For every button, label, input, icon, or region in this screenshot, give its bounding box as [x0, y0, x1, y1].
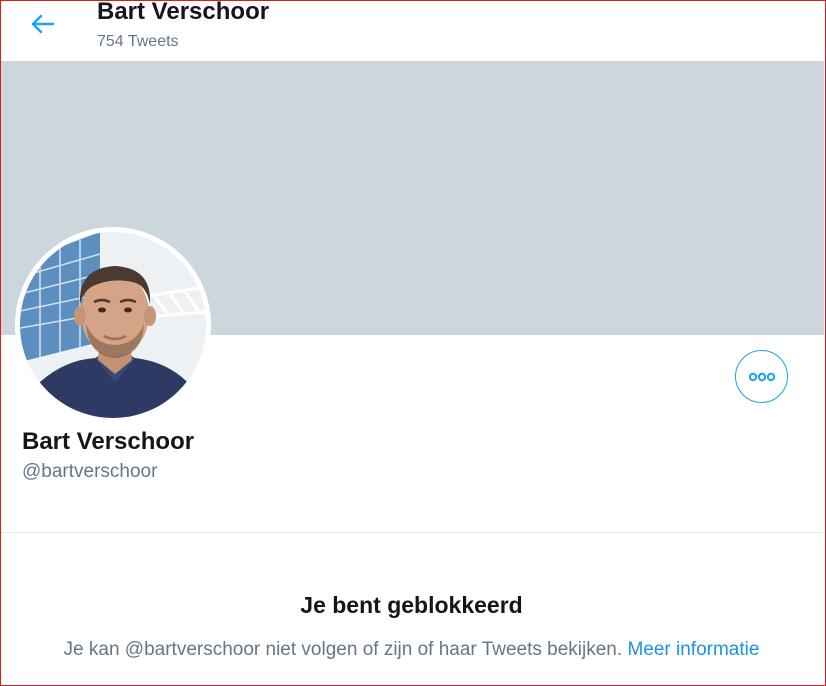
more-options-button[interactable]	[735, 350, 788, 403]
avatar-photo	[20, 232, 206, 418]
arrow-left-icon	[31, 14, 55, 34]
tweet-count: 754 Tweets	[97, 33, 179, 50]
avatar	[20, 232, 206, 418]
profile-header: Bart Verschoor 754 Tweets	[0, 0, 826, 61]
more-horizontal-icon	[748, 372, 775, 381]
blocked-title: Je bent geblokkeerd	[300, 592, 523, 618]
avatar-frame[interactable]	[15, 227, 211, 423]
back-button[interactable]	[24, 9, 60, 39]
blocked-message: Je kan @bartverschoor niet volgen of zij…	[0, 637, 823, 663]
profile-handle: @bartverschoor	[22, 461, 158, 482]
blocked-message-text: Je kan @bartverschoor niet volgen of zij…	[63, 639, 623, 660]
section-divider	[1, 532, 824, 533]
header-title: Bart Verschoor	[97, 0, 270, 25]
profile-name: Bart Verschoor	[22, 428, 195, 455]
learn-more-link[interactable]: Meer informatie	[627, 639, 759, 660]
